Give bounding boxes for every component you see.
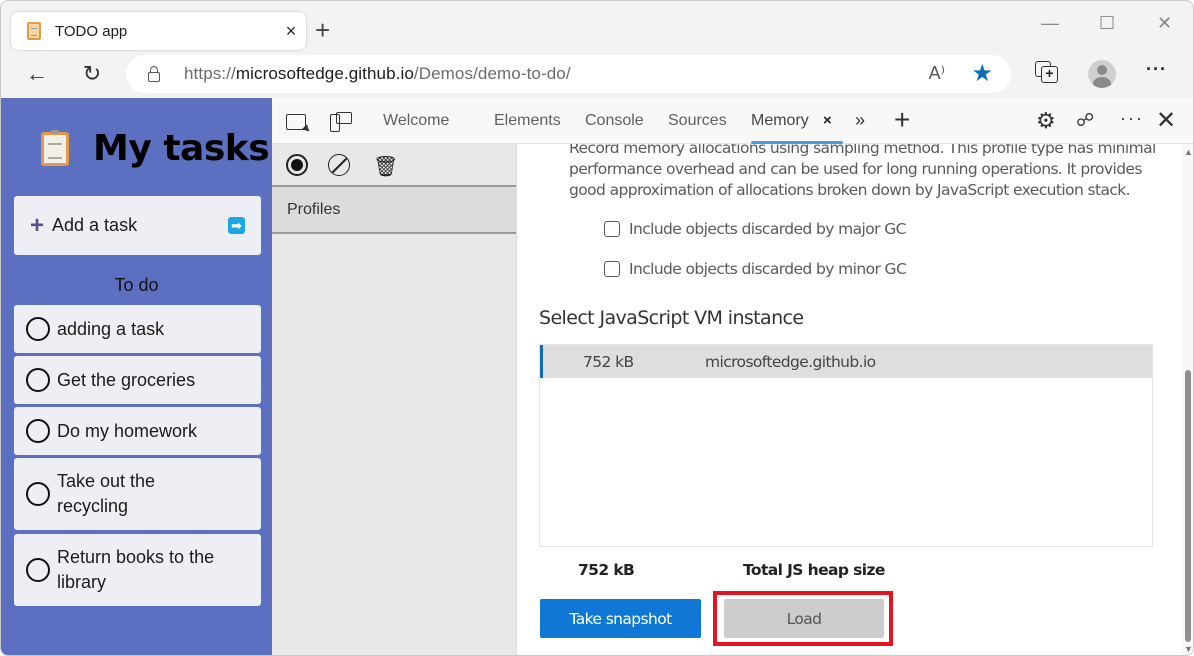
refresh-button[interactable]: ↻ xyxy=(77,59,107,89)
lock-icon[interactable] xyxy=(148,65,160,82)
trash-icon[interactable]: 🗑 xyxy=(373,154,398,179)
task-label: Get the groceries xyxy=(57,369,196,390)
vm-instance-size: 752 kB xyxy=(583,352,634,371)
tab-sources[interactable]: Sources xyxy=(668,98,727,144)
profiles-header[interactable]: Profiles xyxy=(272,187,516,234)
vm-instance-heading: Select JavaScript VM instance xyxy=(539,307,804,329)
address-bar[interactable]: https://microsoftedge.github.io/Demos/de… xyxy=(126,55,1011,93)
read-aloud-icon[interactable]: A⁾ xyxy=(929,63,945,84)
scroll-up-icon[interactable]: ▲ xyxy=(1184,147,1193,157)
vm-instance-list: 752 kB microsoftedge.github.io xyxy=(539,344,1153,547)
tab-elements[interactable]: Elements xyxy=(494,98,561,144)
total-heap-size-value: 752 kB xyxy=(578,561,635,579)
tab-strip: TODO app × + — ☐ ✕ xyxy=(1,1,1193,51)
vm-instance-name: microsoftedge.github.io xyxy=(705,352,876,371)
browser-window: TODO app × + — ☐ ✕ ← ↻ https://microsoft… xyxy=(0,0,1194,656)
collections-icon[interactable] xyxy=(1035,61,1058,83)
task-checkbox-circle-icon[interactable] xyxy=(26,558,50,582)
clipboard-icon xyxy=(27,22,41,40)
settings-gear-icon[interactable]: ⚙ xyxy=(1036,108,1056,134)
task-item[interactable]: Take out the recycling xyxy=(14,458,261,530)
more-tabs-icon[interactable]: » xyxy=(855,98,865,142)
new-tab-button[interactable]: + xyxy=(315,15,330,45)
feedback-icon[interactable]: ☍ xyxy=(1076,110,1094,131)
close-memory-tab-icon[interactable]: × xyxy=(823,98,832,144)
minor-gc-option[interactable]: Include objects discarded by minor GC xyxy=(604,260,907,278)
profiles-sidebar: 🗑 Profiles xyxy=(272,144,517,655)
task-label: Do my homework xyxy=(57,420,198,441)
url-text[interactable]: https://microsoftedge.github.io/Demos/de… xyxy=(184,64,571,84)
major-gc-option[interactable]: Include objects discarded by major GC xyxy=(604,220,906,238)
browser-tab[interactable]: TODO app × xyxy=(11,12,306,50)
devtools-more-icon[interactable]: ··· xyxy=(1120,108,1144,129)
scrollbar-thumb[interactable] xyxy=(1185,370,1191,642)
add-task-input[interactable]: + Add a task ➡ xyxy=(14,196,261,255)
task-label: adding a task xyxy=(57,318,165,339)
profile-avatar[interactable] xyxy=(1088,60,1116,88)
todo-app: My tasks + Add a task ➡ To do adding a t… xyxy=(1,98,272,655)
scroll-down-icon[interactable]: ▼ xyxy=(1184,644,1193,654)
task-item[interactable]: Get the groceries xyxy=(14,356,261,404)
task-checkbox-circle-icon[interactable] xyxy=(26,368,50,392)
major-gc-checkbox[interactable] xyxy=(604,221,620,237)
task-item[interactable]: Do my homework xyxy=(14,407,261,455)
tab-close-button[interactable]: × xyxy=(276,21,306,42)
inspect-element-icon[interactable] xyxy=(286,114,306,130)
page-title: My tasks xyxy=(93,128,270,169)
add-task-placeholder: Add a task xyxy=(52,215,138,235)
vertical-scrollbar[interactable]: ▲ ▼ xyxy=(1182,144,1193,655)
navigation-bar: ← ↻ https://microsoftedge.github.io/Demo… xyxy=(1,51,1193,97)
profile-type-description: Record memory allocations using sampling… xyxy=(569,144,1156,199)
submit-arrow-icon[interactable]: ➡ xyxy=(228,217,245,234)
plus-icon: + xyxy=(30,211,45,239)
memory-panel: Record memory allocations using sampling… xyxy=(518,144,1182,655)
task-checkbox-circle-icon[interactable] xyxy=(26,317,50,341)
tab-console[interactable]: Console xyxy=(585,98,644,144)
vm-instance-row[interactable]: 752 kB microsoftedge.github.io xyxy=(540,345,1152,378)
maximize-button[interactable]: ☐ xyxy=(1099,13,1115,34)
record-icon[interactable] xyxy=(286,154,308,176)
favorite-star-icon[interactable]: ★ xyxy=(971,59,993,88)
url-scheme: https:// xyxy=(184,64,236,83)
task-item[interactable]: adding a task xyxy=(14,305,261,353)
task-checkbox-circle-icon[interactable] xyxy=(26,482,50,506)
minor-gc-label: Include objects discarded by minor GC xyxy=(629,260,907,278)
device-emulation-icon[interactable] xyxy=(330,112,352,132)
url-path: /Demos/demo-to-do/ xyxy=(413,64,571,83)
devtools-panel: Welcome Elements Console Sources Memory … xyxy=(272,98,1193,655)
window-close-button[interactable]: ✕ xyxy=(1157,13,1172,34)
back-button[interactable]: ← xyxy=(22,59,52,89)
clear-all-icon[interactable] xyxy=(328,154,350,176)
browser-menu-button[interactable]: ··· xyxy=(1146,59,1167,80)
app-header: My tasks xyxy=(41,128,270,169)
task-label: Return books to the library xyxy=(57,547,215,592)
clipboard-icon xyxy=(41,129,69,166)
devtools-toolbar: Welcome Elements Console Sources Memory … xyxy=(272,98,1193,144)
devtools-close-icon[interactable]: ✕ xyxy=(1156,106,1176,135)
total-heap-size-label: Total JS heap size xyxy=(743,561,885,579)
section-heading: To do xyxy=(114,275,159,295)
add-tool-icon[interactable]: + xyxy=(894,98,910,142)
task-item[interactable]: Return books to the library xyxy=(14,534,261,606)
profiles-toolbar: 🗑 xyxy=(272,144,516,187)
tab-title: TODO app xyxy=(55,22,128,40)
load-button[interactable]: Load xyxy=(724,599,884,638)
take-snapshot-button[interactable]: Take snapshot xyxy=(540,599,701,638)
url-host: microsoftedge.github.io xyxy=(235,64,414,83)
minimize-button[interactable]: — xyxy=(1041,13,1059,34)
task-checkbox-circle-icon[interactable] xyxy=(26,419,50,443)
minor-gc-checkbox[interactable] xyxy=(604,261,620,277)
tab-welcome[interactable]: Welcome xyxy=(383,98,449,144)
task-label: Take out the recycling xyxy=(57,471,156,516)
tab-memory[interactable]: Memory xyxy=(751,98,843,144)
major-gc-label: Include objects discarded by major GC xyxy=(629,220,906,238)
